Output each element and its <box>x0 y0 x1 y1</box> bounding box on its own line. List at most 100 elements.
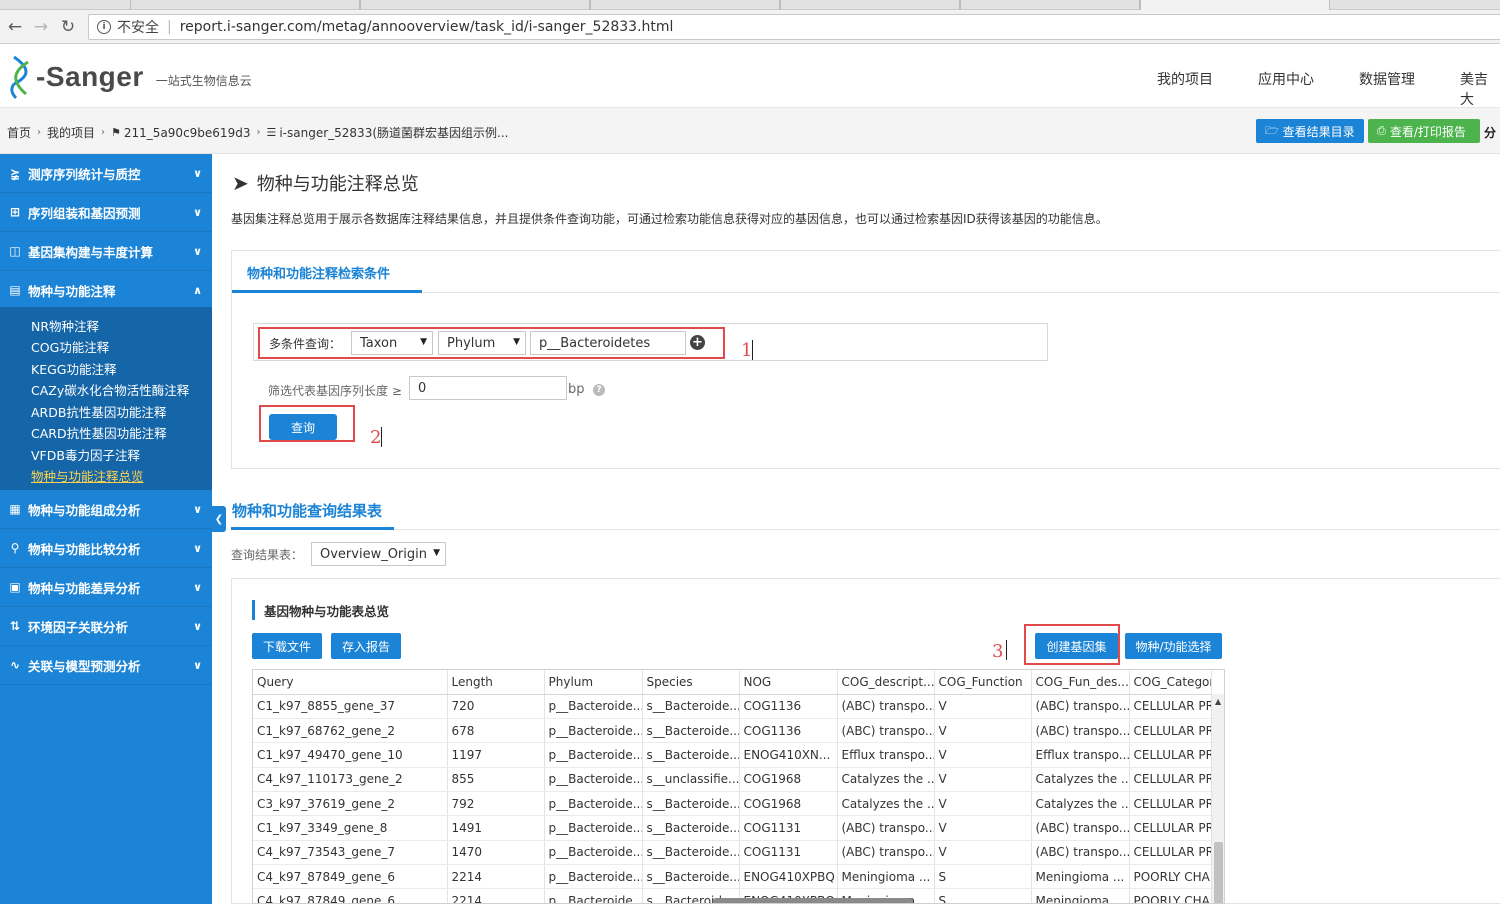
forward-icon[interactable]: → <box>30 16 52 38</box>
nav-app-center[interactable]: 应用中心 <box>1258 69 1314 89</box>
sidebar-item-geneset[interactable]: ◫ 基因集构建与丰度计算 ∨ <box>0 232 212 271</box>
table-row[interactable]: C1_k97_68762_gene_2 678 p__Bacteroide... s_… <box>253 718 1212 744</box>
table-cell: C4_k97_87849_gene_6 <box>253 888 448 903</box>
column-header[interactable]: Phylum <box>544 670 643 695</box>
browser-tab[interactable] <box>780 0 960 10</box>
submenu-vfdb[interactable]: VFDB毒力因子注释 <box>31 445 140 464</box>
print-icon: ⎙ <box>1377 124 1386 137</box>
table-cell: COG1131 <box>739 815 838 841</box>
list-icon: ☰ <box>266 126 277 139</box>
tab-divider <box>232 292 1500 293</box>
back-icon[interactable]: ← <box>4 16 26 38</box>
sidebar-item-composition[interactable]: ▦ 物种与功能组成分析 ∨ <box>0 490 212 529</box>
browser-tab-active[interactable] <box>1140 0 1330 10</box>
length-filter-input[interactable]: 0 <box>409 376 567 400</box>
results-title[interactable]: 物种和功能查询结果表 <box>232 500 382 521</box>
column-header[interactable]: Length <box>447 670 545 695</box>
security-label: 不安全 <box>117 20 159 36</box>
table-row[interactable]: C4_k97_87849_gene_6 2214 p__Bacteroide... s… <box>253 864 1212 890</box>
table-cell: CELLULAR PR <box>1129 815 1212 841</box>
nav-data-management[interactable]: 数据管理 <box>1359 69 1415 89</box>
submenu-card[interactable]: CARD抗性基因功能注释 <box>31 423 167 442</box>
sidebar-item-assembly[interactable]: ⊞ 序列组装和基因预测 ∨ <box>0 193 212 232</box>
breadcrumb-projects[interactable]: 我的项目 <box>47 124 95 141</box>
sidebar-item-qc[interactable]: ⪶ 测序序列统计与质控 ∨ <box>0 154 212 193</box>
submenu-nr[interactable]: NR物种注释 <box>31 316 99 335</box>
browser-tab[interactable] <box>360 0 590 10</box>
submenu-kegg[interactable]: KEGG功能注释 <box>31 359 116 378</box>
question-icon[interactable]: ? <box>593 384 605 396</box>
sidebar-item-difference[interactable]: ▣ 物种与功能差异分析 ∨ <box>0 568 212 607</box>
sidebar-item-annotation[interactable]: ▤ 物种与功能注释 ∧ <box>0 271 212 310</box>
browser-tab[interactable] <box>960 0 1140 10</box>
table-cell: CELLULAR PR <box>1129 840 1212 865</box>
database-icon: ▤ <box>9 283 21 297</box>
column-header[interactable]: COG_Category <box>1129 670 1212 695</box>
sidebar-item-environment[interactable]: ⇅ 环境因子关联分析 ∨ <box>0 607 212 646</box>
table-row[interactable]: C1_k97_3349_gene_8 1491 p__Bacteroide... s_… <box>253 815 1212 841</box>
table-cell: (ABC) transpo... <box>837 840 935 865</box>
info-icon[interactable]: i <box>97 20 111 34</box>
scroll-up-icon[interactable]: ▲ <box>1215 697 1221 706</box>
view-report-button[interactable]: ⎙ 查看/打印报告 <box>1368 119 1480 143</box>
table-row[interactable]: C3_k97_37619_gene_2 792 p__Bacteroide... s_… <box>253 791 1212 817</box>
breadcrumb-task[interactable]: i-sanger_52833(肠道菌群宏基因组示例... <box>279 124 508 141</box>
breadcrumb-project-id[interactable]: 211_5a90c9be619d3 <box>124 126 251 140</box>
sidebar: ⪶ 测序序列统计与质控 ∨ ⊞ 序列组装和基因预测 ∨ ◫ 基因集构建与丰度计算… <box>0 154 212 904</box>
sliders-icon: ⇅ <box>9 619 21 633</box>
table-cell: ENOG410XPBQ <box>739 864 838 890</box>
address-bar[interactable]: i 不安全 | report.i-sanger.com/metag/annoov… <box>88 14 1500 40</box>
submenu-cog[interactable]: COG功能注释 <box>31 337 109 356</box>
annotation-label-1: 1 <box>741 340 753 361</box>
browser-tab[interactable] <box>590 0 780 10</box>
url-text[interactable]: report.i-sanger.com/metag/annooverview/t… <box>180 19 674 35</box>
page-title-text: 物种与功能注释总览 <box>256 174 419 195</box>
submenu-overview[interactable]: 物种与功能注释总览 <box>31 466 144 485</box>
chevron-down-icon: ∨ <box>193 542 202 555</box>
caret-down-icon: ▼ <box>433 548 440 558</box>
column-header[interactable]: COG_descript... <box>837 670 935 695</box>
column-header[interactable]: Query <box>253 670 448 695</box>
table-cell: Meningioma ... <box>837 864 935 890</box>
column-header[interactable]: COG_Fun_des... <box>1031 670 1130 695</box>
table-cell: p__Bacteroide... <box>544 840 643 865</box>
table-cell: C1_k97_68762_gene_2 <box>253 718 448 744</box>
browser-tab[interactable] <box>130 0 360 10</box>
table-row[interactable]: C4_k97_110173_gene_2 855 p__Bacteroide... s… <box>253 767 1212 792</box>
column-header[interactable]: COG_Function <box>934 670 1032 695</box>
table-cell: CELLULAR PR <box>1129 791 1212 817</box>
submenu-ardb[interactable]: ARDB抗性基因功能注释 <box>31 402 166 421</box>
table-cell: 1470 <box>447 840 545 865</box>
table-row[interactable]: C1_k97_8855_gene_37 720 p__Bacteroide... s_… <box>253 694 1212 720</box>
tab-search-conditions[interactable]: 物种和功能注释检索条件 <box>247 263 390 282</box>
sidebar-item-comparison[interactable]: ⚲ 物种与功能比较分析 ∨ <box>0 529 212 568</box>
column-header[interactable]: Species <box>642 670 740 695</box>
sanger-logo[interactable]: -Sanger 一站式生物信息云 <box>8 53 252 101</box>
table-cell: V <box>934 791 1032 817</box>
download-file-button[interactable]: 下载文件 <box>252 633 322 659</box>
column-header[interactable]: NOG <box>739 670 838 695</box>
table-cell: p__Bacteroide... <box>544 791 643 817</box>
table-cell: p__Bacteroide... <box>544 864 643 890</box>
nav-majorbio[interactable]: 美吉大 <box>1460 69 1500 109</box>
sidebar-collapse-button[interactable]: ❮ <box>212 506 226 532</box>
reload-icon[interactable]: ↻ <box>57 16 79 38</box>
breadcrumb-home[interactable]: 首页 <box>7 124 31 141</box>
table-cell: Meningioma ... <box>1031 888 1130 903</box>
scrollbar-thumb[interactable] <box>1214 842 1223 903</box>
results-table-select[interactable]: Overview_Origin ▼ <box>311 542 446 566</box>
chevron-down-icon: ∨ <box>193 245 202 258</box>
folder-open-icon: 🗁 <box>1265 123 1279 137</box>
results-table-label: 查询结果表： <box>231 548 304 562</box>
save-to-report-button[interactable]: 存入报告 <box>331 633 401 659</box>
sidebar-item-prediction[interactable]: ∿ 关联与模型预测分析 ∨ <box>0 646 212 685</box>
vertical-scrollbar[interactable]: ▲ <box>1211 694 1224 903</box>
table-row[interactable]: C4_k97_73543_gene_7 1470 p__Bacteroide... s… <box>253 840 1212 865</box>
species-function-select-button[interactable]: 物种/功能选择 <box>1125 633 1222 659</box>
share-button[interactable]: 分 <box>1484 124 1496 141</box>
submenu-cazy[interactable]: CAZy碳水化合物活性酶注释 <box>31 380 189 399</box>
nav-my-projects[interactable]: 我的项目 <box>1157 69 1213 89</box>
view-results-button[interactable]: 🗁 查看结果目录 <box>1256 119 1364 143</box>
table-row[interactable]: C1_k97_49470_gene_10 1197 p__Bacteroide...… <box>253 742 1212 768</box>
length-filter-label: 筛选代表基因序列长度 ≥ <box>268 384 402 398</box>
